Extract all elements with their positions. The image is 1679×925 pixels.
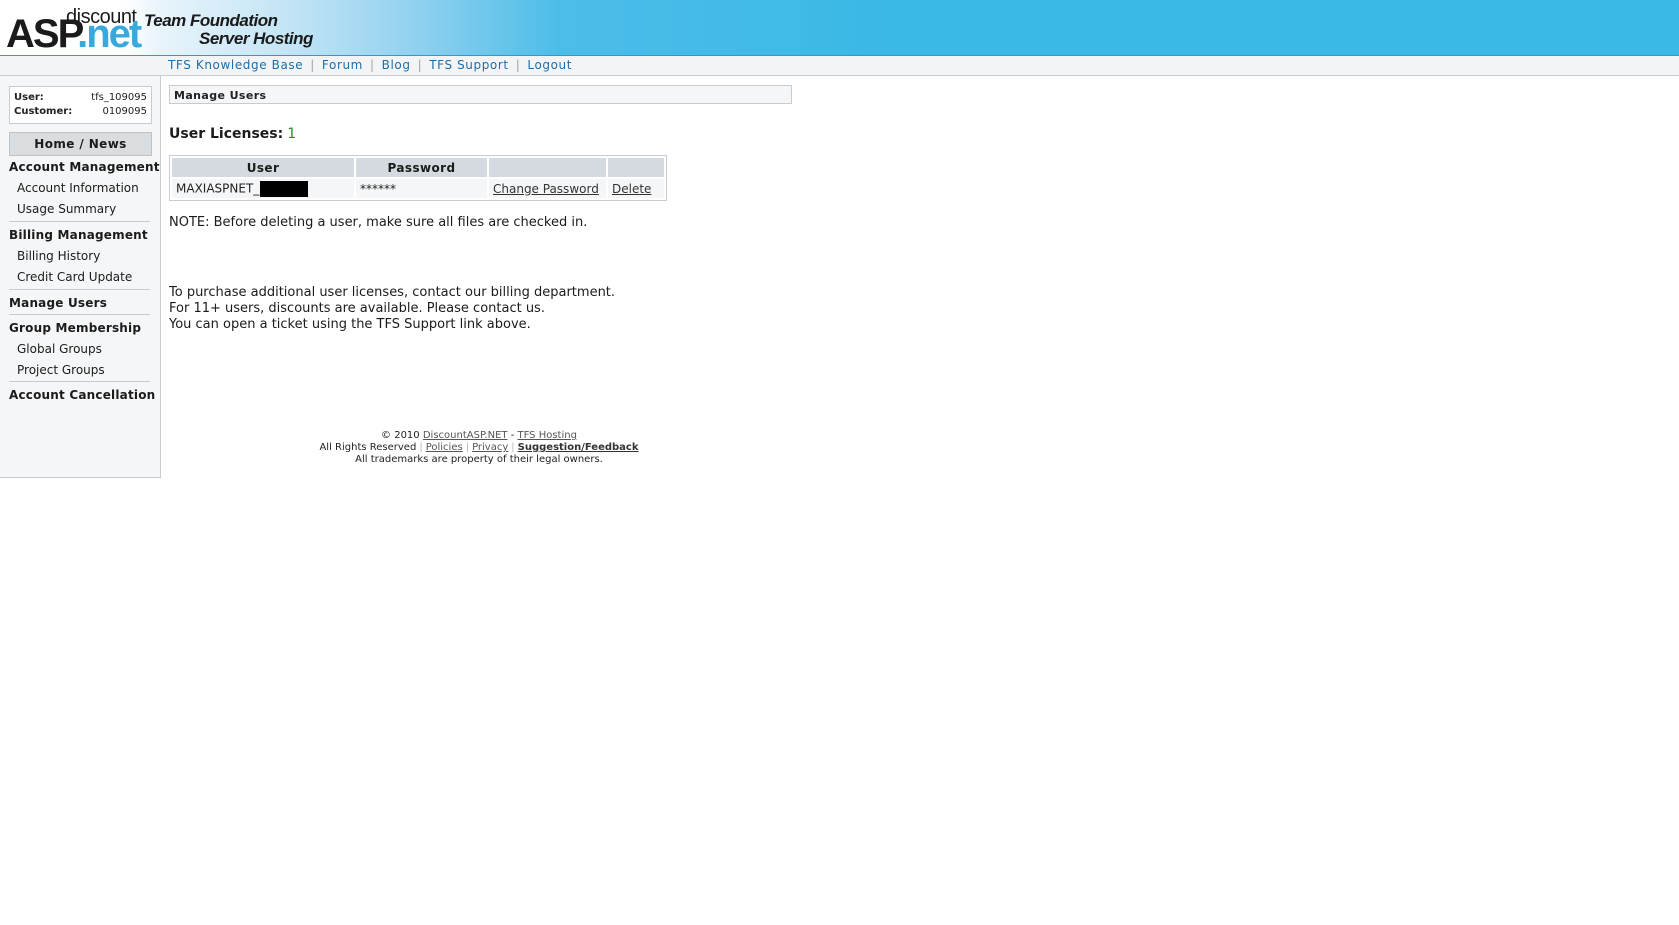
footer-line-2: All Rights Reserved | Policies | Privacy | Sug… [230, 442, 728, 454]
footer-rights: All Rights Reserved [319, 442, 417, 453]
purchase-info: To purchase additional user licenses, co… [169, 285, 615, 333]
sidebar-group-membership[interactable]: Group Membership [9, 321, 141, 335]
discountasp-logo[interactable]: discount ASP.net [6, 4, 142, 56]
home-news-button[interactable]: Home / News [9, 132, 152, 156]
user-label: User: [14, 92, 44, 103]
sidebar-item-account-information[interactable]: Account Information [17, 181, 139, 195]
cell-user: MAXIASPNET_ [172, 179, 354, 198]
purchase-line-2: For 11+ users, discounts are available. … [169, 301, 545, 316]
sidebar-divider [9, 289, 150, 290]
sidebar-item-billing-history[interactable]: Billing History [17, 249, 100, 263]
footer-policies-link[interactable]: Policies [426, 442, 463, 453]
redacted-block [260, 180, 309, 197]
footer-separator: | [465, 442, 470, 453]
page-footer: © 2010 DiscountASP.NET - TFS Hosting All… [230, 430, 728, 466]
sidebar-item-project-groups[interactable]: Project Groups [17, 363, 105, 377]
users-table: User Password MAXIASPNET_ ****** Change … [169, 155, 667, 201]
footer-trademarks: All trademarks are property of their leg… [355, 454, 603, 465]
site-header: discount ASP.net Team Foundation Server … [0, 0, 1679, 56]
user-info-box: User: tfs_109095 Customer: 0109095 [9, 86, 152, 124]
user-value: tfs_109095 [91, 92, 147, 103]
purchase-line-3: You can open a ticket using the TFS Supp… [169, 317, 531, 332]
change-password-link[interactable]: Change Password [493, 182, 599, 196]
sidebar: User: tfs_109095 Customer: 0109095 Home … [0, 76, 161, 478]
footer-separator: | [419, 442, 423, 453]
nav-separator: | [310, 58, 315, 72]
username-text: MAXIASPNET_ [176, 181, 260, 195]
customer-label: Customer: [14, 106, 73, 117]
nav-logout[interactable]: Logout [527, 58, 572, 72]
table-row: MAXIASPNET_ ****** Change Password Delet… [172, 179, 664, 198]
cell-password: ****** [356, 179, 487, 198]
table-header-row: User Password [172, 158, 664, 177]
sidebar-item-usage-summary[interactable]: Usage Summary [17, 202, 116, 216]
column-header-password: Password [356, 158, 487, 177]
nav-separator: | [515, 58, 521, 72]
nav-blog[interactable]: Blog [382, 58, 411, 72]
sidebar-account-cancellation[interactable]: Account Cancellation [9, 388, 155, 402]
nav-tfs-knowledge-base[interactable]: TFS Knowledge Base [168, 58, 303, 72]
nav-separator: | [369, 58, 375, 72]
sidebar-item-credit-card-update[interactable]: Credit Card Update [17, 270, 132, 284]
column-header-actions-1 [489, 158, 606, 177]
footer-dash: - [510, 430, 515, 441]
column-header-user: User [172, 158, 354, 177]
page-title: Manage Users [169, 85, 792, 104]
cell-change-password: Change Password [489, 179, 606, 198]
footer-feedback-link[interactable]: Suggestion/Feedback [518, 442, 639, 453]
footer-privacy-link[interactable]: Privacy [472, 442, 508, 453]
delete-user-link[interactable]: Delete [612, 182, 651, 196]
top-nav: TFS Knowledge Base | Forum | Blog | TFS Suppor… [0, 56, 1679, 76]
sidebar-account-management[interactable]: Account Management [9, 160, 160, 174]
column-header-actions-2 [608, 158, 664, 177]
footer-separator: | [511, 442, 515, 453]
sidebar-divider [9, 314, 150, 315]
footer-tfs-hosting-link[interactable]: TFS Hosting [518, 430, 577, 441]
footer-copyright: © 2010 [381, 430, 420, 441]
tagline-line-1: Team Foundation [144, 11, 278, 30]
logo-main-text: ASP.net [6, 12, 142, 56]
customer-value: 0109095 [102, 106, 147, 117]
footer-discountasp-link[interactable]: DiscountASP.NET [423, 430, 508, 441]
nav-forum[interactable]: Forum [322, 58, 363, 72]
user-licenses: User Licenses: 1 [169, 126, 296, 142]
sidebar-manage-users[interactable]: Manage Users [9, 296, 107, 310]
delete-note: NOTE: Before deleting a user, make sure … [169, 215, 588, 230]
header-tagline: Team Foundation Server Hosting [144, 12, 313, 48]
sidebar-divider [9, 381, 150, 382]
nav-tfs-support[interactable]: TFS Support [429, 58, 509, 72]
sidebar-item-global-groups[interactable]: Global Groups [17, 342, 102, 356]
sidebar-divider [9, 221, 150, 222]
sidebar-billing-management[interactable]: Billing Management [9, 228, 148, 242]
user-licenses-label: User Licenses: [169, 126, 284, 142]
footer-line-1: © 2010 DiscountASP.NET - TFS Hosting [230, 430, 728, 442]
cell-delete: Delete [608, 179, 664, 198]
purchase-line-1: To purchase additional user licenses, co… [169, 285, 616, 300]
nav-separator: | [417, 58, 423, 72]
user-licenses-count: 1 [287, 126, 297, 142]
tagline-line-2: Server Hosting [199, 29, 313, 48]
